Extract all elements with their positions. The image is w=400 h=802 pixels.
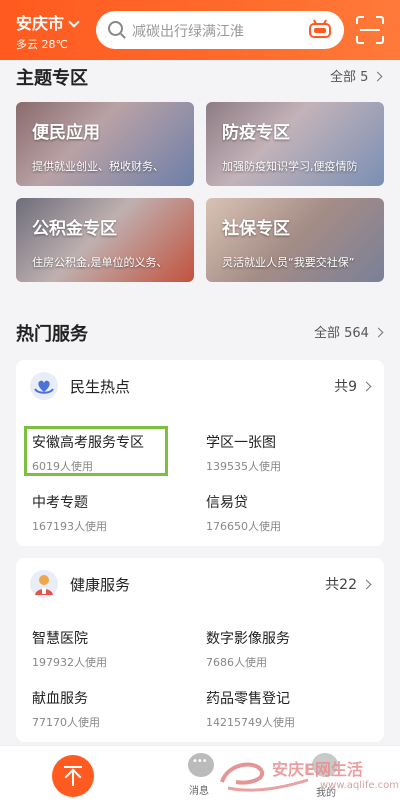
highlight-box: [24, 426, 168, 476]
weather-info: 多云 28℃: [16, 38, 68, 51]
card-count-link[interactable]: 共9: [334, 376, 372, 396]
service-name: 数字影像服务: [206, 631, 290, 647]
service-usage: 176650人使用: [206, 520, 281, 533]
service-item-digital-imaging[interactable]: 数字影像服务 7686人使用: [206, 628, 290, 670]
hot-more-label: 全部 564: [314, 326, 369, 341]
theme-more-label: 全部 5: [330, 70, 369, 85]
chevron-right-icon: [361, 579, 372, 590]
message-icon[interactable]: [188, 753, 214, 777]
city-name: 安庆市: [16, 14, 65, 33]
tile-title: 社保专区: [222, 219, 290, 239]
top-header: 安庆市 多云 28℃ 减碳出行绿满江淮: [0, 0, 400, 60]
chevron-down-icon: [68, 16, 80, 28]
service-usage: 167193人使用: [32, 520, 107, 533]
card-count-link[interactable]: 共22: [325, 574, 372, 594]
tile-subtitle: 提供就业创业、税收财务、: [32, 160, 164, 173]
watermark-url: www.aqlife.com: [320, 780, 400, 791]
service-card-health: 健康服务 共22 智慧医院 197932人使用 数字影像服务 7686人使用 献…: [16, 558, 384, 742]
tile-social-security[interactable]: 社保专区 灵活就业人员“我要交社保”: [206, 198, 384, 282]
hot-view-all-link[interactable]: 全部 564: [314, 322, 384, 341]
card-title: 健康服务: [70, 576, 131, 594]
service-item-blood-donation[interactable]: 献血服务 77170人使用: [32, 688, 100, 730]
service-name: 学区一张图: [206, 435, 276, 451]
service-name: 药品零售登记: [206, 691, 290, 707]
service-item-school-district-map[interactable]: 学区一张图 139535人使用: [206, 432, 281, 474]
service-item-credit-loan[interactable]: 信易贷 176650人使用: [206, 492, 281, 534]
city-selector[interactable]: 安庆市: [16, 10, 80, 34]
tile-title: 便民应用: [32, 123, 100, 143]
watermark-text: 安庆E网生活: [272, 760, 363, 779]
theme-view-all-link[interactable]: 全部 5: [330, 66, 383, 85]
search-input[interactable]: 减碳出行绿满江淮: [96, 11, 344, 49]
card-title: 民生热点: [70, 378, 131, 396]
tile-housing-fund[interactable]: 公积金专区 住房公积金,是单位的义务、: [16, 198, 194, 282]
voice-assistant-icon[interactable]: [308, 19, 332, 39]
nav-messages-label[interactable]: 消息: [189, 782, 209, 797]
service-name: 信易贷: [206, 495, 248, 511]
card-count-label: 共22: [325, 577, 357, 593]
tile-subtitle: 加强防疫知识学习,便疫情防: [222, 160, 358, 173]
service-item-zhongkao[interactable]: 中考专题 167193人使用: [32, 492, 107, 534]
tile-subtitle: 灵活就业人员“我要交社保”: [222, 256, 355, 269]
tile-convenience-apps[interactable]: 便民应用 提供就业创业、税收财务、: [16, 102, 194, 186]
scan-icon[interactable]: [356, 16, 384, 44]
doctor-icon: [30, 570, 58, 598]
search-icon: [108, 21, 123, 36]
back-to-top-button[interactable]: [52, 755, 94, 797]
hot-services-title: 热门服务: [16, 324, 88, 345]
service-name: 献血服务: [32, 691, 88, 707]
service-name: 中考专题: [32, 495, 88, 511]
card-count-label: 共9: [334, 379, 357, 395]
service-usage: 139535人使用: [206, 460, 281, 473]
search-placeholder: 减碳出行绿满江淮: [132, 24, 244, 40]
service-usage: 14215749人使用: [206, 716, 295, 729]
service-name: 智慧医院: [32, 631, 88, 647]
service-item-pharmacy-registration[interactable]: 药品零售登记 14215749人使用: [206, 688, 295, 730]
tile-title: 防疫专区: [222, 123, 290, 143]
tile-subtitle: 住房公积金,是单位的义务、: [32, 256, 168, 269]
chevron-right-icon: [361, 381, 372, 392]
service-item-smart-hospital[interactable]: 智慧医院 197932人使用: [32, 628, 107, 670]
service-usage: 77170人使用: [32, 716, 100, 729]
theme-section-title: 主题专区: [16, 68, 88, 89]
service-usage: 7686人使用: [206, 656, 267, 669]
service-usage: 197932人使用: [32, 656, 107, 669]
chevron-right-icon: [373, 327, 384, 338]
chevron-right-icon: [372, 71, 383, 82]
heart-hands-icon: [30, 372, 58, 400]
tile-title: 公积金专区: [32, 219, 117, 239]
tile-epidemic-prevention[interactable]: 防疫专区 加强防疫知识学习,便疫情防: [206, 102, 384, 186]
